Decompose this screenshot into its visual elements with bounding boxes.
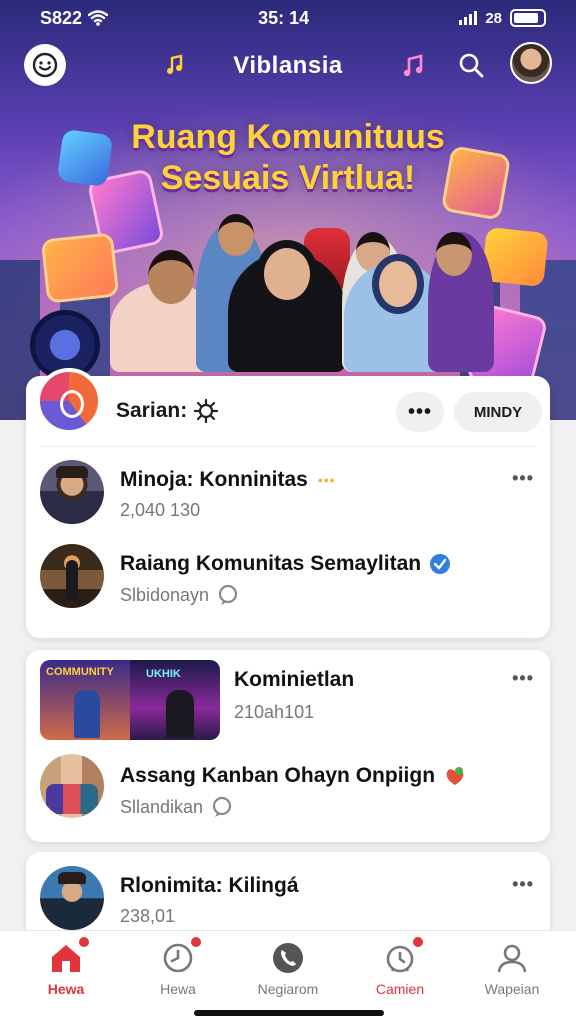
- nav-badge: [411, 935, 425, 949]
- more-options-button[interactable]: •••: [396, 392, 444, 432]
- list-item-subtitle: 2,040 130: [120, 500, 201, 520]
- community-card: COMMUNITY UKHIK Kominietlan 210ah101 •••…: [26, 650, 550, 842]
- floating-photo-left: [40, 232, 120, 304]
- nav-badge: [189, 935, 203, 949]
- list-item-subtitle: 238,01: [120, 906, 176, 926]
- row-more-button[interactable]: •••: [512, 874, 534, 895]
- hat-shape: [58, 872, 86, 884]
- list-item-title: Kominietlan: [234, 668, 355, 691]
- home-icon: [47, 935, 91, 977]
- app-bar: Viblansia: [0, 42, 576, 88]
- list-item[interactable]: Raiang Komunitas Semaylitan Slbidonayn: [26, 542, 550, 622]
- card-title: Sarian:: [116, 398, 219, 424]
- nav-label: Hewa: [47, 981, 85, 997]
- person-hijab-head: [372, 254, 424, 314]
- nav-label: Negiarom: [257, 981, 319, 997]
- list-item-subtitle: Sllandikan: [120, 796, 233, 818]
- chat-icon: [218, 584, 238, 605]
- status-time-center: 35: 14: [258, 7, 310, 28]
- dots-indicator: •••: [317, 472, 336, 488]
- group-avatar[interactable]: [36, 368, 102, 434]
- home-indicator: [194, 1010, 384, 1016]
- thumbnail-left: COMMUNITY: [40, 660, 130, 740]
- list-item[interactable]: Assang Kanban Ohayn Onpiign Sllandikan: [26, 750, 550, 836]
- list-item[interactable]: COMMUNITY UKHIK Kominietlan 210ah101 •••: [26, 650, 550, 746]
- card-divider: [40, 446, 536, 447]
- list-item-title: Minoja: Konninitas •••: [120, 468, 336, 491]
- clock-icon: [159, 935, 203, 977]
- person-icon: [493, 939, 531, 977]
- search-icon[interactable]: [452, 46, 490, 84]
- thumbnail-left-text: COMMUNITY: [46, 666, 114, 678]
- alarm-icon: [381, 935, 425, 977]
- signal-icon: [459, 11, 478, 25]
- battery-icon: [510, 9, 546, 27]
- person-figure: [66, 560, 78, 600]
- person-back-left-head: [218, 214, 254, 256]
- person-center-head: [256, 240, 318, 308]
- row-more-button[interactable]: •••: [512, 668, 534, 689]
- thumbnail-pair: COMMUNITY UKHIK: [40, 660, 220, 740]
- nav-label: Wapeian: [484, 981, 540, 997]
- person-left-head: [148, 250, 194, 304]
- notification-music-icon[interactable]: [396, 46, 434, 84]
- nav-item-activity[interactable]: Hewa: [128, 935, 228, 997]
- status-right-text: 28: [485, 9, 502, 27]
- banner-headline: Ruang Komunituus Sesuais Virtlua!: [0, 118, 576, 198]
- avatar: [40, 754, 104, 818]
- nav-item-home[interactable]: Hewa: [16, 935, 116, 997]
- profile-avatar[interactable]: [510, 42, 552, 84]
- gear-icon: [194, 398, 219, 424]
- hat-shape: [56, 466, 88, 478]
- status-time-left: S822: [40, 8, 109, 29]
- nav-item-alerts[interactable]: Camien: [350, 935, 450, 997]
- thumbnail-right: UKHIK: [130, 660, 220, 740]
- banner-line-2: Sesuais Virtlua!: [160, 159, 416, 197]
- list-item-title: Rlonimita: Kilingá: [120, 874, 299, 897]
- community-card: Sarian: ••• MINDY Minoja: Konninitas •••…: [26, 368, 550, 638]
- list-item-title: Raiang Komunitas Semaylitan: [120, 552, 451, 576]
- list-item-subtitle: Slbidonayn: [120, 584, 239, 606]
- banner-line-1: Ruang Komunituus: [131, 118, 445, 156]
- card-header: Sarian: ••• MINDY: [26, 368, 550, 436]
- status-right: 28: [459, 9, 546, 27]
- nav-item-profile[interactable]: Wapeian: [462, 939, 562, 997]
- thumbnail-left-figure: [74, 690, 100, 738]
- thumbnail-right-figure: [166, 690, 194, 738]
- join-button[interactable]: MINDY: [454, 392, 542, 432]
- group-figures: [46, 784, 98, 814]
- list-item[interactable]: Minoja: Konninitas ••• 2,040 130 •••: [26, 458, 550, 538]
- nav-label: Hewa: [160, 981, 196, 997]
- row-more-button[interactable]: •••: [512, 468, 534, 489]
- thumbnail-right-text: UKHIK: [146, 668, 181, 680]
- wifi-icon: [88, 10, 109, 26]
- list-item-title: Assang Kanban Ohayn Onpiign: [120, 764, 467, 788]
- nav-badge: [77, 935, 91, 949]
- list-item-subtitle: 210ah101: [234, 702, 315, 722]
- verified-icon: [430, 554, 451, 574]
- avatar: [40, 544, 104, 608]
- nav-item-calls[interactable]: Negiarom: [238, 939, 338, 997]
- avatar: [40, 460, 104, 524]
- phone-icon: [269, 939, 307, 977]
- status-bar: S822 35: 14 28: [0, 0, 576, 36]
- sticker-icon: [446, 767, 464, 785]
- chat-icon: [212, 796, 232, 817]
- person-right-head: [436, 232, 472, 276]
- avatar: [40, 866, 104, 930]
- nav-label: Camien: [375, 981, 425, 997]
